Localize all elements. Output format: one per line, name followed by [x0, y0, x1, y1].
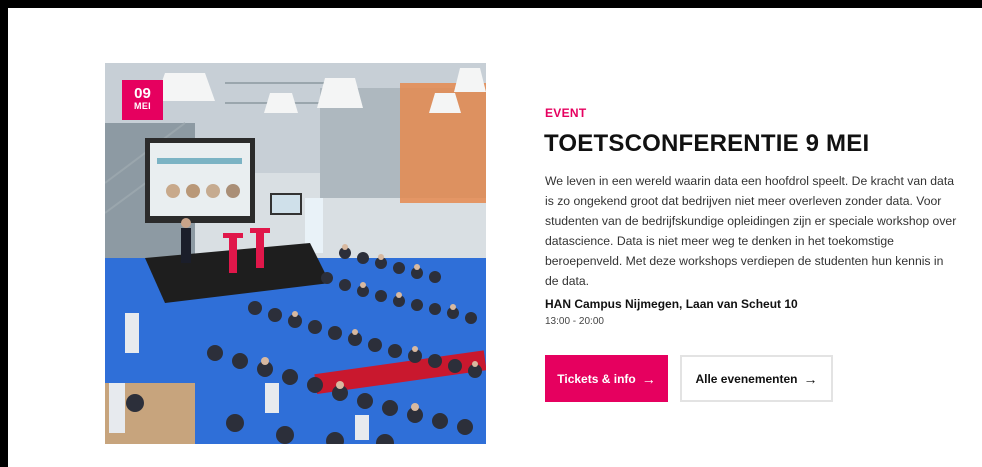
arrow-right-icon: →: [641, 370, 656, 387]
event-category-label: EVENT: [545, 106, 587, 120]
event-location: HAN Campus Nijmegen, Laan van Scheut 10: [545, 297, 798, 311]
date-badge: 09 MEI: [122, 80, 163, 120]
event-photo: 09 MEI: [105, 63, 486, 444]
tickets-info-label: Tickets & info: [557, 371, 636, 386]
all-events-label: Alle evenementen: [695, 371, 798, 386]
event-title: TOETSCONFERENTIE 9 MEI: [544, 130, 870, 157]
arrow-right-icon: →: [803, 370, 818, 387]
date-month: MEI: [134, 101, 151, 111]
event-description: We leven in een wereld waarin data een h…: [545, 174, 957, 288]
event-time: 13:00 - 20:00: [545, 316, 604, 327]
event-card: 09 MEI EVENT TOETSCONFERENTIE 9 MEI We l…: [8, 8, 982, 467]
tickets-info-button[interactable]: Tickets & info →: [545, 355, 668, 402]
event-photo-illustration: [105, 63, 486, 444]
all-events-button[interactable]: Alle evenementen →: [680, 355, 833, 402]
date-day: 09: [134, 85, 151, 102]
